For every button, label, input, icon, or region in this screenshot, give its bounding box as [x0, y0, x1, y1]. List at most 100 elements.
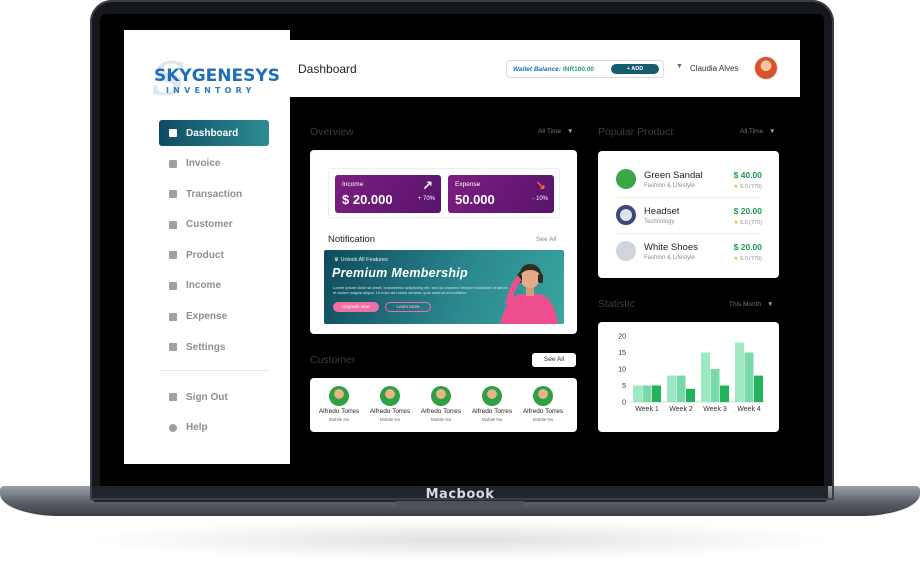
chevron-down-icon[interactable]: ▼ [676, 63, 683, 70]
product-name: White Shoes [644, 242, 698, 253]
logo: S SKYGENESYS INVENTORY [152, 52, 280, 108]
bar [686, 388, 695, 402]
sidebar-item-label: Invoice [186, 158, 221, 170]
star-icon: ★ [733, 256, 739, 262]
product-rating: ★ 5.0 (770) [734, 220, 762, 226]
sidebar-item-dashboard[interactable]: Dashboard [159, 120, 269, 146]
chevron-down-icon: ▼ [566, 128, 574, 135]
income-value: $ 20.000 [342, 192, 393, 207]
popular-filter[interactable]: All Time ▼ [740, 128, 775, 135]
income-card[interactable]: Income $ 20.000 + 70% ↗ [335, 175, 441, 213]
statistic-card: 0 5 10 15 20 Week 1 Week 2 Week 3 Week 4 [598, 322, 779, 432]
overview-title: Overview [310, 126, 354, 138]
sidebar-item-customer[interactable]: Customer [159, 212, 269, 238]
top-header: Dashboard Wallet Balance: INR100.00 + AD… [290, 40, 800, 97]
notification-title: Notification [328, 234, 375, 245]
sidebar-item-help[interactable]: Help [159, 415, 269, 441]
sidebar-item-label: Product [186, 249, 224, 261]
product-rating-text: 5.0 (770) [739, 220, 762, 226]
customer-sub: Mobile No [379, 417, 401, 422]
sidebar-item-invoice[interactable]: Invoice [159, 151, 269, 177]
sidebar-item-label: Transaction [186, 188, 243, 200]
product-rating-text: 5.0 (770) [739, 256, 762, 262]
user-name[interactable]: Claudia Alves [690, 64, 738, 73]
row-divider [616, 233, 762, 234]
customer-name: Alfredo Torres [420, 408, 462, 415]
customer-item[interactable]: Alfredo Torres Mobile No [314, 386, 364, 422]
product-price: $ 40.00 [733, 170, 762, 180]
customer-icon [169, 220, 177, 229]
sidebar-item-transaction[interactable]: Transaction [159, 181, 269, 207]
customer-name: Alfredo Torres [522, 408, 564, 415]
customer-sub: Mobile No [328, 417, 350, 422]
customer-card: Alfredo Torres Mobile No Alfredo Torres … [310, 378, 577, 432]
popular-title: Popular Product [598, 126, 674, 138]
help-icon [169, 423, 177, 432]
sidebar-item-expense[interactable]: Expense [159, 304, 269, 330]
customer-item[interactable]: Alfredo Torres Mobile No [416, 386, 466, 422]
wallet-label: Wallet Balance: [513, 65, 561, 73]
crown-icon: ♛ [334, 257, 339, 263]
filter-label: All Time [740, 128, 764, 135]
premium-banner[interactable]: ♛ Unlock All Features Premium Membership… [324, 250, 564, 324]
bar [667, 375, 676, 402]
device-label: Macbook [425, 487, 495, 502]
income-change: + 70% [417, 196, 435, 202]
upgrade-now-button[interactable]: Upgrade Now [333, 302, 379, 312]
page-title: Dashboard [298, 62, 357, 76]
banner-subtitle-text: Unlock All Features [340, 257, 388, 263]
sidebar-item-label: Income [186, 280, 222, 292]
customer-item[interactable]: Alfredo Torres Mobile No [365, 386, 415, 422]
sidebar-item-sign-out[interactable]: Sign Out [159, 384, 269, 410]
grid-icon [169, 129, 177, 137]
customer-item[interactable]: Alfredo Torres Mobile No [467, 386, 517, 422]
sidebar-item-label: Customer [186, 219, 233, 231]
avatar [482, 386, 502, 406]
learn-more-button[interactable]: Learn More [385, 302, 431, 312]
expense-label: Expense [455, 181, 481, 188]
customer-sub: Mobile No [532, 417, 554, 422]
invoice-icon [169, 159, 177, 168]
banner-text: Lorem ipsum dolor sit amet, consectetur … [333, 285, 508, 295]
bar [754, 375, 763, 402]
y-tick-label: 10 [618, 367, 626, 374]
product-rating: ★ 5.0 (770) [734, 184, 762, 190]
screen: S SKYGENESYS INVENTORY Dashboard Invoice… [100, 14, 824, 486]
overview-filter[interactable]: All Time ▼ [538, 128, 573, 135]
statistic-chart: 0 5 10 15 20 Week 1 Week 2 Week 3 Week 4 [618, 334, 766, 413]
bar [720, 385, 729, 402]
avatar[interactable] [754, 56, 778, 80]
sandal-image [616, 169, 636, 189]
star-icon: ★ [733, 184, 739, 190]
sidebar: S SKYGENESYS INVENTORY Dashboard Invoice… [124, 30, 290, 464]
customer-item[interactable]: Alfredo Torres Mobile No [518, 386, 568, 422]
bar [652, 385, 661, 402]
x-tick-label: Week 4 [737, 406, 761, 413]
customer-see-all-button[interactable]: See All [532, 353, 576, 367]
logo-text: SKYGENESYS [154, 66, 280, 86]
notification-see-all[interactable]: See All [536, 236, 556, 243]
banner-subtitle: ♛ Unlock All Features [334, 257, 388, 263]
expense-card[interactable]: Expense 50.000 - 10% ↘ [448, 175, 554, 213]
y-tick-label: 0 [622, 400, 626, 407]
sidebar-item-label: Settings [186, 341, 226, 353]
income-label: Income [342, 181, 364, 188]
sidebar-item-product[interactable]: Product [159, 242, 269, 268]
sidebar-item-settings[interactable]: Settings [159, 334, 269, 360]
headset-image [616, 205, 636, 225]
product-row[interactable]: Green Sandal Fashion & Lifestyle $ 40.00… [616, 163, 762, 197]
statistic-filter[interactable]: This Month ▼ [729, 301, 773, 308]
sidebar-divider [159, 370, 269, 371]
product-row[interactable]: White Shoes Fashion & Lifestyle $ 20.00 … [616, 235, 762, 269]
product-icon [169, 251, 177, 260]
product-price: $ 20.00 [733, 242, 762, 252]
avatar [533, 386, 553, 406]
expense-change: - 10% [532, 196, 548, 202]
expense-icon [169, 312, 177, 321]
popular-card: Green Sandal Fashion & Lifestyle $ 40.00… [598, 151, 779, 278]
add-funds-button[interactable]: + ADD [611, 64, 659, 74]
sidebar-item-income[interactable]: Income [159, 273, 269, 299]
avatar [431, 386, 451, 406]
product-row[interactable]: Headset Technology $ 20.00 ★ 5.0 (770) [616, 199, 762, 233]
product-category: Technology [644, 219, 675, 225]
